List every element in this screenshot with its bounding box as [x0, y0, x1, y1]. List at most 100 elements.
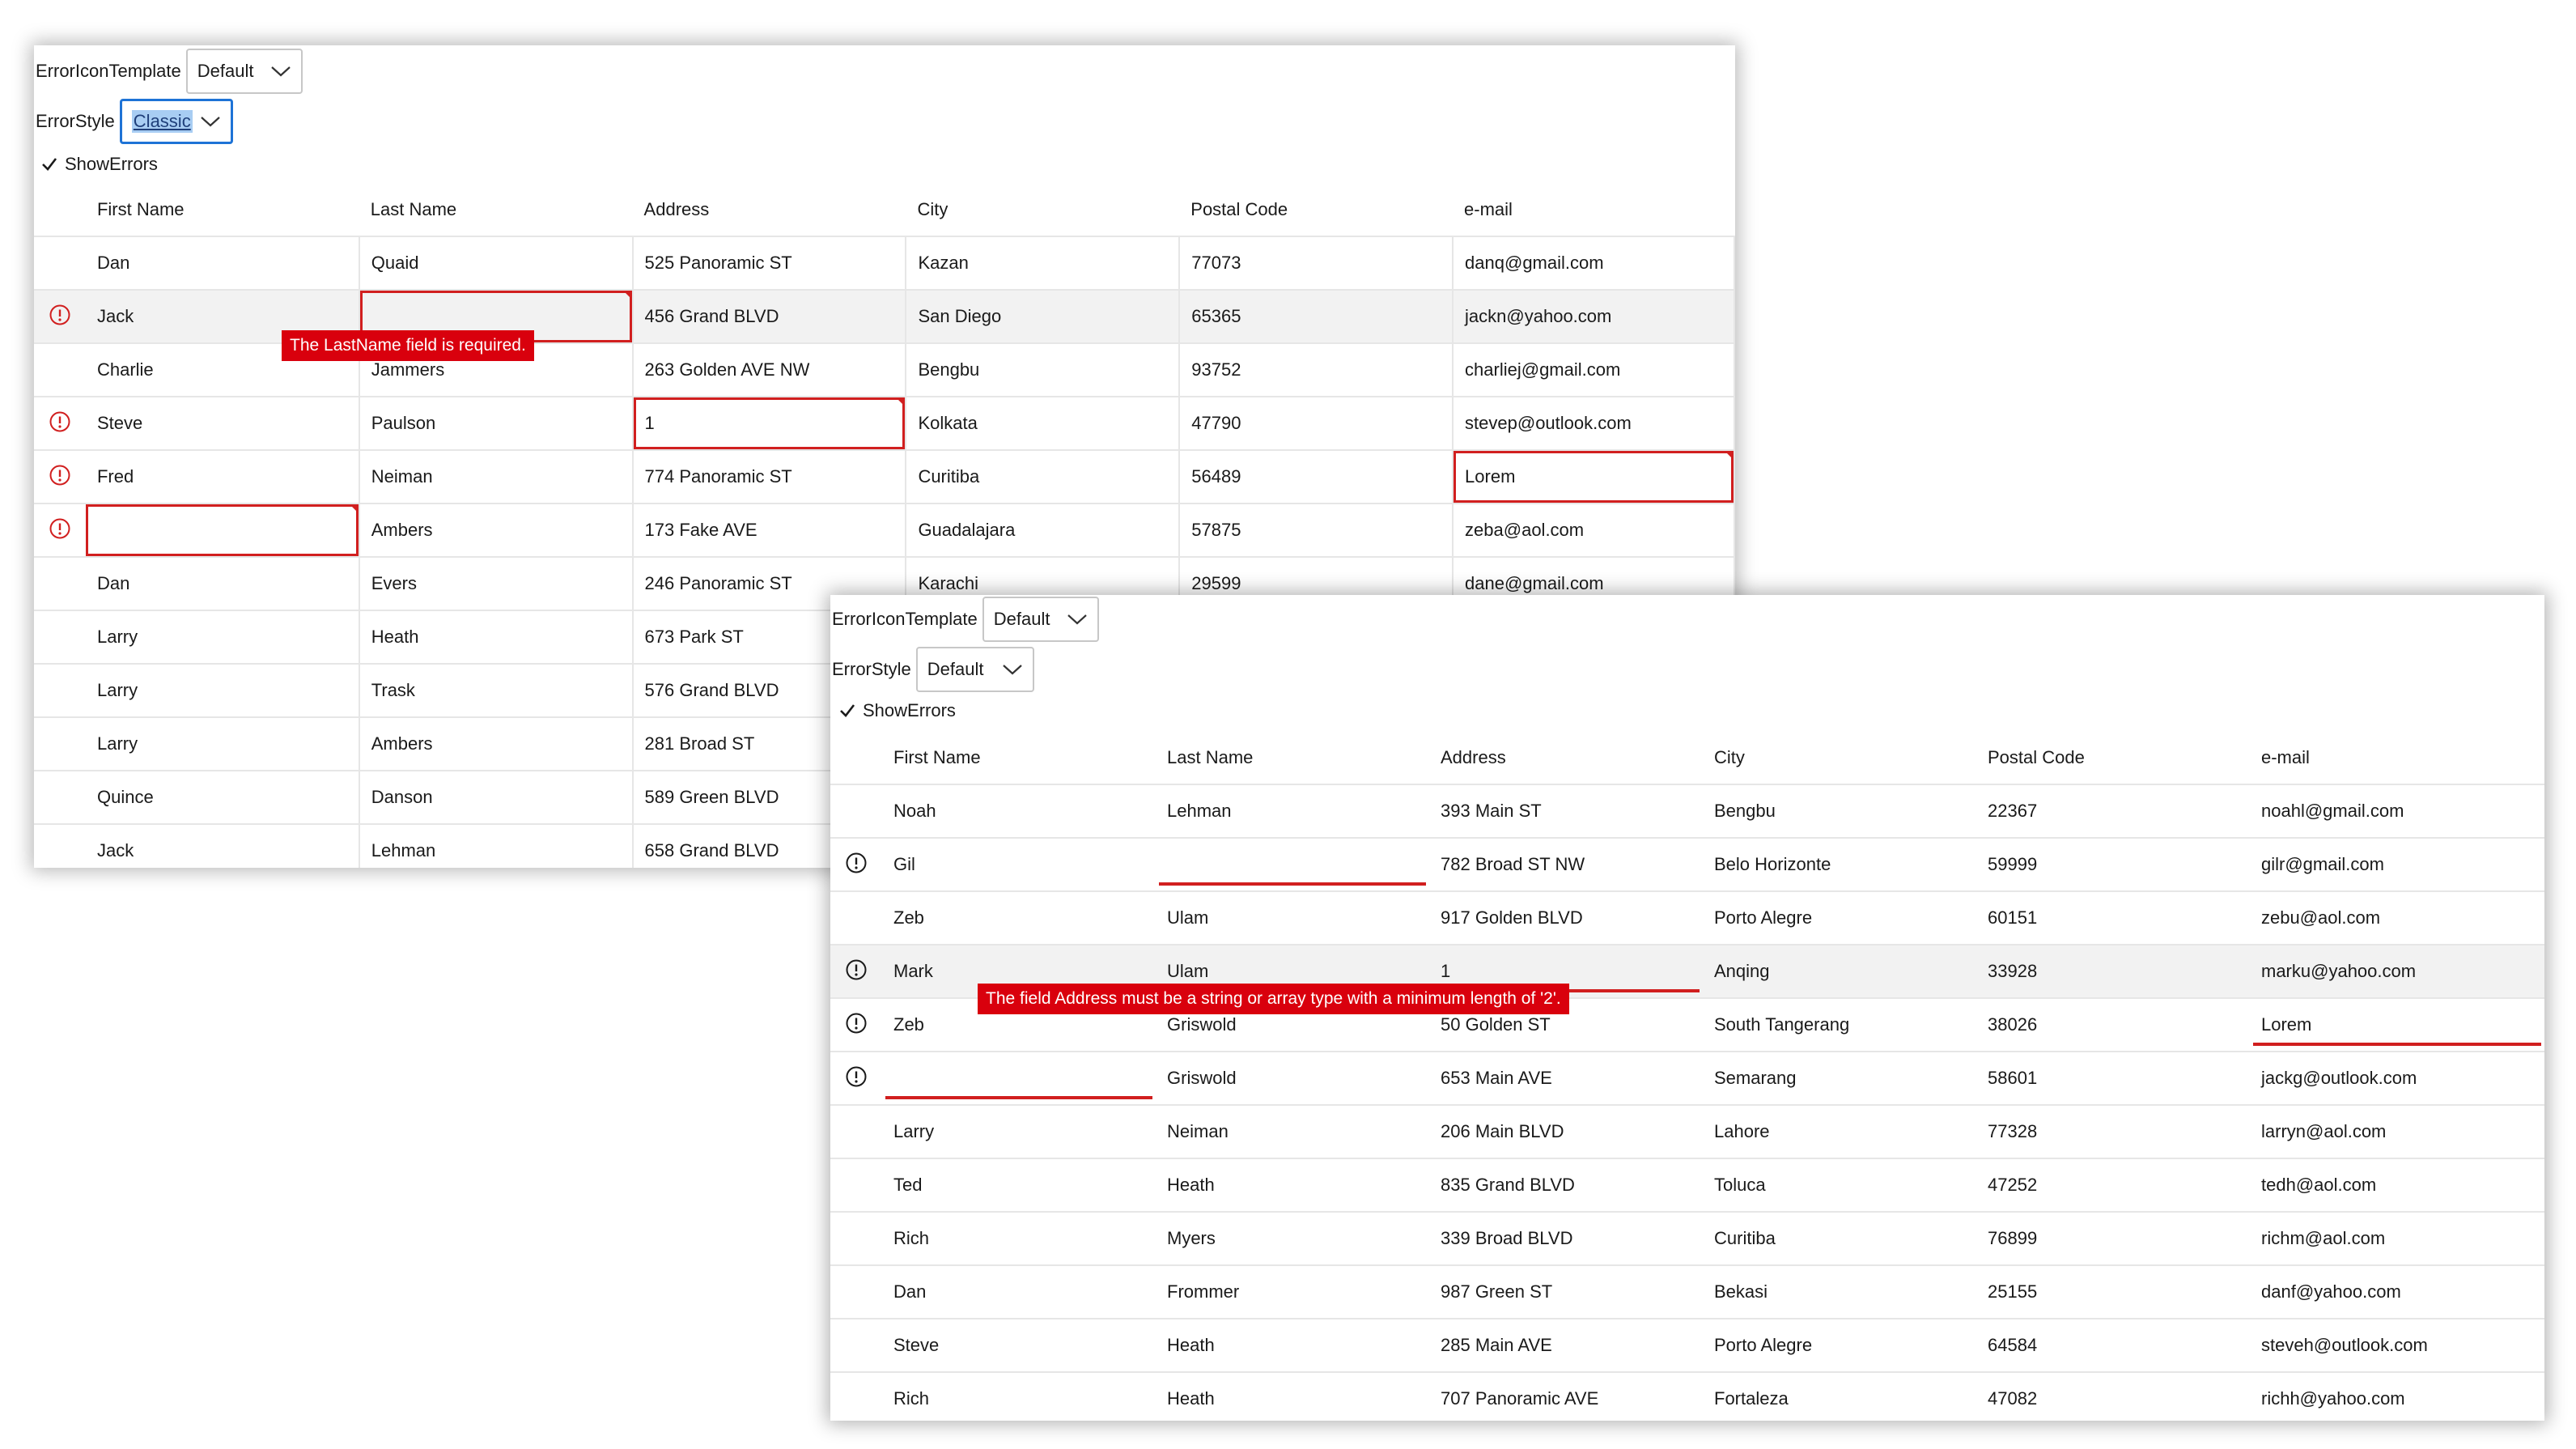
table-row[interactable]: Noah Lehman 393 Main ST Bengbu 22367 noahl@gm… [830, 784, 2544, 839]
cell-address[interactable]: 1 [632, 397, 907, 451]
cell-email[interactable]: danf@yahoo.com [2250, 1265, 2544, 1319]
cell-city[interactable]: Toluca [1703, 1158, 1976, 1213]
cell-first-name[interactable]: Steve [85, 397, 360, 451]
cell-first-name[interactable]: Ted [882, 1158, 1156, 1213]
cell-first-name[interactable]: Larry [85, 664, 360, 718]
cell-email[interactable]: richh@yahoo.com [2250, 1372, 2544, 1421]
cell-last-name[interactable]: Danson [359, 771, 634, 825]
cell-email[interactable]: Lorem [1453, 450, 1735, 504]
cell-address[interactable]: 393 Main ST [1429, 784, 1703, 839]
cell-city[interactable]: Curitiba [1703, 1212, 1976, 1266]
cell-first-name[interactable]: Dan [85, 557, 360, 611]
cell-first-name[interactable]: Rich [882, 1372, 1156, 1421]
cell-address[interactable]: 206 Main BLVD [1429, 1105, 1703, 1159]
cell-postal-code[interactable]: 38026 [1976, 998, 2250, 1052]
error-icon-template-combobox[interactable]: Default [185, 49, 303, 94]
cell-address[interactable]: 774 Panoramic ST [632, 450, 907, 504]
column-header-city[interactable]: City [906, 183, 1180, 237]
cell-city[interactable]: South Tangerang [1703, 998, 1976, 1052]
cell-last-name[interactable]: Heath [1156, 1372, 1429, 1421]
error-style-combobox[interactable]: Classic [119, 99, 233, 144]
column-header-email[interactable]: e-mail [2250, 731, 2544, 785]
cell-first-name[interactable]: Dan [882, 1265, 1156, 1319]
cell-first-name[interactable]: Rich [882, 1212, 1156, 1266]
cell-city[interactable]: Fortaleza [1703, 1372, 1976, 1421]
column-header-email[interactable]: e-mail [1453, 183, 1734, 237]
cell-last-name[interactable]: Quaid [359, 236, 634, 291]
cell-postal-code[interactable]: 47790 [1179, 397, 1454, 451]
column-header-first-name[interactable]: First Name [85, 183, 359, 237]
cell-first-name[interactable]: Larry [85, 610, 360, 665]
cell-first-name[interactable]: Gil [882, 838, 1156, 892]
cell-city[interactable]: Kazan [906, 236, 1181, 291]
cell-postal-code[interactable]: 59999 [1976, 838, 2250, 892]
cell-city[interactable]: Anqing [1703, 945, 1976, 999]
cell-last-name[interactable]: Ambers [359, 504, 634, 558]
cell-city[interactable]: Semarang [1703, 1052, 1976, 1106]
show-errors-checkbox[interactable]: ShowErrors [838, 700, 956, 721]
table-row[interactable]: Ted Heath 835 Grand BLVD Toluca 47252 tedh@ao… [830, 1158, 2544, 1213]
cell-postal-code[interactable]: 58601 [1976, 1052, 2250, 1106]
table-row[interactable]: Gil 782 Broad ST NW Belo Horizonte 59999 gil… [830, 838, 2544, 892]
cell-email[interactable]: larryn@aol.com [2250, 1105, 2544, 1159]
table-row[interactable]: Larry Neiman 206 Main BLVD Lahore 77328 larry… [830, 1105, 2544, 1159]
cell-postal-code[interactable]: 60151 [1976, 891, 2250, 945]
cell-last-name[interactable]: Neiman [359, 450, 634, 504]
cell-last-name[interactable]: Neiman [1156, 1105, 1429, 1159]
cell-postal-code[interactable]: 56489 [1179, 450, 1454, 504]
cell-city[interactable]: Belo Horizonte [1703, 838, 1976, 892]
cell-email[interactable]: richm@aol.com [2250, 1212, 2544, 1266]
cell-last-name[interactable]: Heath [1156, 1319, 1429, 1373]
cell-city[interactable]: Porto Alegre [1703, 1319, 1976, 1373]
cell-address[interactable]: 917 Golden BLVD [1429, 891, 1703, 945]
cell-first-name[interactable]: Quince [85, 771, 360, 825]
column-header-last-name[interactable]: Last Name [1156, 731, 1429, 785]
column-header-postal-code[interactable]: Postal Code [1179, 183, 1454, 237]
cell-postal-code[interactable]: 57875 [1179, 504, 1454, 558]
cell-last-name[interactable] [1156, 838, 1429, 892]
cell-address[interactable]: 173 Fake AVE [632, 504, 907, 558]
cell-city[interactable]: Bengbu [1703, 784, 1976, 839]
cell-last-name[interactable]: Myers [1156, 1212, 1429, 1266]
cell-postal-code[interactable]: 93752 [1179, 343, 1454, 397]
cell-email[interactable]: charliej@gmail.com [1453, 343, 1735, 397]
cell-postal-code[interactable]: 47082 [1976, 1372, 2250, 1421]
cell-postal-code[interactable]: 33928 [1976, 945, 2250, 999]
cell-address[interactable]: 263 Golden AVE NW [632, 343, 907, 397]
cell-last-name[interactable]: Heath [359, 610, 634, 665]
cell-first-name[interactable]: Zeb [882, 891, 1156, 945]
cell-address[interactable]: 707 Panoramic AVE [1429, 1372, 1703, 1421]
cell-email[interactable]: noahl@gmail.com [2250, 784, 2544, 839]
cell-postal-code[interactable]: 76899 [1976, 1212, 2250, 1266]
cell-first-name[interactable] [882, 1052, 1156, 1106]
cell-city[interactable]: Kolkata [906, 397, 1181, 451]
table-row[interactable]: Dan Quaid 525 Panoramic ST Kazan 77073 danq@g… [34, 236, 1735, 291]
cell-city[interactable]: Bekasi [1703, 1265, 1976, 1319]
cell-email[interactable]: danq@gmail.com [1453, 236, 1735, 291]
table-row[interactable]: Steve Paulson 1 Kolkata 47790 stevep@outlook.… [34, 397, 1735, 451]
cell-email[interactable]: tedh@aol.com [2250, 1158, 2544, 1213]
show-errors-checkbox[interactable]: ShowErrors [40, 154, 158, 175]
cell-email[interactable]: zeba@aol.com [1453, 504, 1735, 558]
cell-city[interactable]: San Diego [906, 290, 1181, 344]
cell-first-name[interactable]: Larry [882, 1105, 1156, 1159]
cell-first-name[interactable]: Fred [85, 450, 360, 504]
cell-postal-code[interactable]: 77073 [1179, 236, 1454, 291]
column-header-address[interactable]: Address [632, 183, 906, 237]
error-icon-template-combobox[interactable]: Default [982, 597, 1099, 642]
column-header-postal-code[interactable]: Postal Code [1976, 731, 2250, 785]
cell-last-name[interactable]: Ambers [359, 717, 634, 771]
cell-address[interactable]: 653 Main AVE [1429, 1052, 1703, 1106]
cell-city[interactable]: Curitiba [906, 450, 1181, 504]
cell-last-name[interactable]: Paulson [359, 397, 634, 451]
column-header-first-name[interactable]: First Name [882, 731, 1156, 785]
cell-postal-code[interactable]: 47252 [1976, 1158, 2250, 1213]
cell-last-name[interactable]: Heath [1156, 1158, 1429, 1213]
cell-postal-code[interactable]: 77328 [1976, 1105, 2250, 1159]
cell-address[interactable]: 339 Broad BLVD [1429, 1212, 1703, 1266]
cell-address[interactable]: 285 Main AVE [1429, 1319, 1703, 1373]
table-row[interactable]: Steve Heath 285 Main AVE Porto Alegre 64584 s… [830, 1319, 2544, 1373]
table-row[interactable]: Rich Heath 707 Panoramic AVE Fortaleza 47082… [830, 1372, 2544, 1421]
cell-address[interactable]: 987 Green ST [1429, 1265, 1703, 1319]
table-row[interactable]: Dan Frommer 987 Green ST Bekasi 25155 danf@ya… [830, 1265, 2544, 1319]
